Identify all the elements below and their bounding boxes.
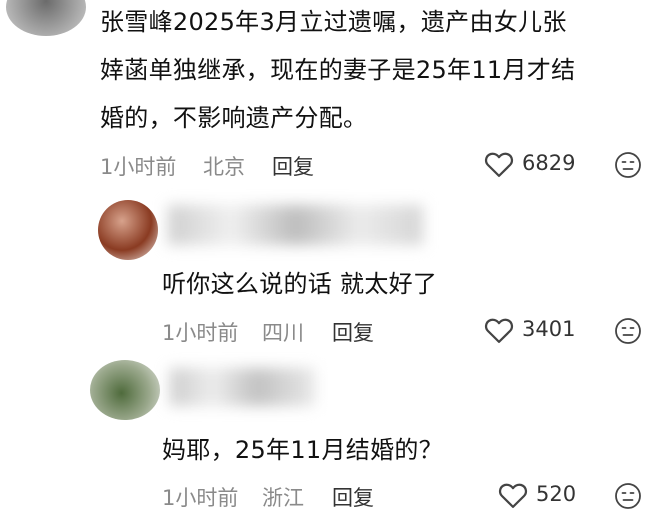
comment-text-line: 婞菡单独继承，现在的妻子是25年11月才结	[100, 56, 576, 84]
heart-outline-icon[interactable]	[484, 150, 514, 178]
avatar[interactable]	[90, 360, 160, 420]
comment-location: 四川	[262, 321, 304, 345]
like-count: 6829	[522, 151, 576, 175]
avatar[interactable]	[98, 200, 158, 260]
heart-outline-icon[interactable]	[484, 316, 514, 344]
comment-text-line: 听你这么说的话 就太好了	[162, 270, 438, 298]
emoji-face-icon[interactable]	[614, 151, 642, 179]
comment-text-line: 婚的，不影响遗产分配。	[100, 104, 368, 132]
reply-button[interactable]: 回复	[332, 317, 374, 347]
emoji-face-icon[interactable]	[614, 482, 642, 510]
username-redacted	[170, 368, 315, 406]
username-redacted	[168, 205, 423, 245]
like-count: 3401	[522, 317, 576, 341]
emoji-face-icon[interactable]	[614, 317, 642, 345]
reply-button[interactable]: 回复	[332, 482, 374, 512]
comment-location: 浙江	[262, 486, 304, 510]
comment-text-line: 妈耶，25年11月结婚的？	[162, 436, 443, 464]
like-count: 520	[536, 482, 577, 506]
avatar[interactable]	[6, 0, 86, 36]
comment-time: 1小时前	[100, 155, 177, 179]
comment-text-line: 张雪峰2025年3月立过遗嘱，遗产由女儿张	[100, 8, 567, 36]
comment-time: 1小时前	[162, 321, 239, 345]
comment-time: 1小时前	[162, 486, 239, 510]
heart-outline-icon[interactable]	[498, 481, 528, 509]
comment-location: 北京	[203, 155, 245, 179]
reply-button[interactable]: 回复	[272, 151, 314, 181]
